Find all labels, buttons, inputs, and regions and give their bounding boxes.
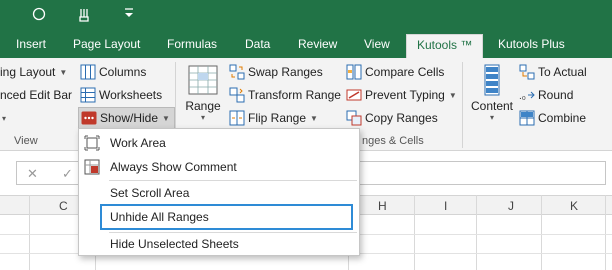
ribbon-tab-bar: Insert Page Layout Formulas Data Review …: [0, 32, 612, 58]
tab-data[interactable]: Data: [245, 37, 270, 51]
column-header-j[interactable]: J: [508, 199, 514, 213]
enhanced-edit-bar-label: nced Edit Bar: [0, 88, 73, 102]
tab-insert[interactable]: Insert: [16, 37, 46, 51]
combine-button[interactable]: Combine: [519, 109, 586, 127]
menu-item-set-scroll-area[interactable]: Set Scroll Area: [79, 182, 359, 204]
compare-cells-button[interactable]: Compare Cells: [346, 63, 444, 81]
dropdown-arrow-icon: ▼: [59, 67, 68, 77]
ranges-cells-group-label: nges & Cells: [362, 135, 424, 147]
show-hide-button[interactable]: Show/Hide ▼: [78, 107, 175, 129]
transform-range-label: Transform Range: [248, 88, 341, 102]
flip-range-button[interactable]: Flip Range ▼: [229, 109, 318, 127]
show-hide-label: Show/Hide: [100, 111, 159, 125]
svg-text:.₀: .₀: [519, 91, 526, 102]
prevent-typing-button[interactable]: Prevent Typing ▼: [346, 86, 457, 104]
column-header-c[interactable]: C: [59, 199, 68, 213]
column-header-i[interactable]: I: [444, 199, 447, 213]
dropdown-arrow-icon: ▼: [162, 113, 170, 123]
touch-mode-icon[interactable]: [76, 7, 92, 27]
circle-icon[interactable]: [32, 7, 46, 25]
transform-range-icon: [229, 87, 245, 103]
columns-button[interactable]: Columns: [80, 63, 146, 81]
dropdown-arrow-icon: ▼: [448, 90, 457, 100]
show-hide-menu: Work Area Always Show Comment Set Scroll…: [78, 128, 360, 256]
tab-kutools[interactable]: Kutools ™: [406, 34, 484, 58]
menu-item-work-area[interactable]: Work Area: [79, 132, 359, 154]
copy-ranges-button[interactable]: Copy Ranges: [346, 109, 438, 127]
menu-item-label: Work Area: [110, 136, 166, 150]
menu-item-label: Always Show Comment: [110, 160, 237, 174]
menu-item-label: Unhide All Ranges: [110, 210, 209, 224]
menu-item-label: Set Scroll Area: [110, 186, 190, 200]
menu-item-hide-unselected-sheets[interactable]: Hide Unselected Sheets: [79, 233, 359, 255]
dropdown-arrow-icon: ▾: [489, 113, 494, 122]
view-group-label: View: [14, 135, 38, 147]
range-icon: [187, 64, 219, 96]
worksheets-button[interactable]: Worksheets: [80, 86, 162, 104]
flip-range-icon: [229, 110, 245, 126]
combine-icon: [519, 110, 535, 126]
round-icon: .₀: [519, 87, 535, 103]
columns-label: Columns: [99, 65, 147, 79]
copy-ranges-icon: [346, 110, 362, 126]
column-header-k[interactable]: K: [570, 199, 578, 213]
dropdown-arrow-icon: ▼: [310, 113, 318, 123]
flip-range-label: Flip Range: [248, 111, 307, 125]
tab-view[interactable]: View: [364, 37, 390, 51]
columns-icon: [80, 64, 96, 80]
ribbon-divider: [462, 62, 463, 148]
content-label: Content: [470, 99, 514, 113]
menu-item-label: Hide Unselected Sheets: [110, 237, 239, 251]
menu-item-unhide-all-ranges[interactable]: Unhide All Ranges: [79, 206, 359, 228]
comment-icon: [84, 159, 100, 175]
round-label: Round: [538, 88, 574, 102]
content-button[interactable]: Content ▾: [469, 63, 515, 131]
title-bar: [0, 0, 612, 32]
reading-layout-button[interactable]: ing Layout ▼: [0, 63, 67, 81]
swap-ranges-button[interactable]: Swap Ranges: [229, 63, 323, 81]
menu-item-always-show-comment[interactable]: Always Show Comment: [79, 156, 359, 178]
menu-separator: [109, 180, 357, 181]
show-hide-icon: [81, 110, 97, 126]
work-area-icon: [84, 135, 100, 151]
dropdown-arrow-icon: ▾: [200, 113, 205, 122]
tab-review[interactable]: Review: [298, 37, 337, 51]
dropdown-arrow-icon: ▾: [2, 113, 7, 123]
compare-cells-icon: [346, 64, 362, 80]
round-button[interactable]: .₀ Round: [519, 86, 573, 104]
worksheets-label: Worksheets: [99, 88, 163, 102]
range-label: Range: [185, 99, 221, 113]
swap-ranges-label: Swap Ranges: [248, 65, 323, 79]
prevent-typing-icon: [346, 87, 362, 103]
transform-range-button[interactable]: Transform Range: [229, 86, 341, 104]
copy-ranges-label: Copy Ranges: [365, 111, 438, 125]
prevent-typing-label: Prevent Typing: [365, 88, 445, 102]
tab-page-layout[interactable]: Page Layout: [73, 37, 140, 51]
to-actual-label: To Actual: [538, 65, 587, 79]
x-icon[interactable]: ✕: [27, 166, 38, 182]
content-icon: [476, 64, 508, 96]
column-header-h[interactable]: H: [378, 199, 387, 213]
check-icon[interactable]: ✓: [62, 166, 73, 182]
enhanced-edit-bar-button[interactable]: nced Edit Bar: [0, 86, 72, 104]
to-actual-icon: [519, 64, 535, 80]
more-options-button[interactable]: ▾: [0, 109, 6, 127]
customize-quick-access-icon[interactable]: [124, 7, 134, 23]
tab-kutools-plus[interactable]: Kutools Plus: [498, 37, 565, 51]
tab-formulas[interactable]: Formulas: [167, 37, 217, 51]
combine-label: Combine: [538, 111, 587, 125]
compare-cells-label: Compare Cells: [365, 65, 445, 79]
worksheets-icon: [80, 87, 96, 103]
reading-layout-label: ing Layout: [0, 65, 56, 79]
range-button[interactable]: Range ▾: [183, 63, 223, 131]
to-actual-button[interactable]: To Actual: [519, 63, 587, 81]
swap-ranges-icon: [229, 64, 245, 80]
